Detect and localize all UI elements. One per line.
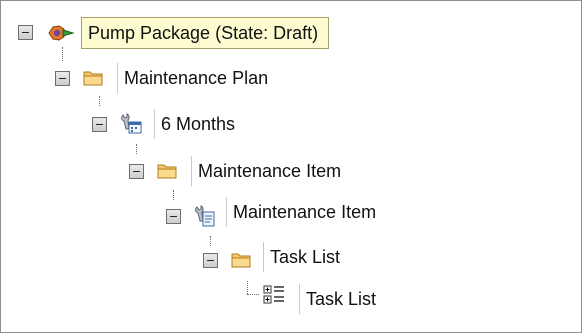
tree-node-label: 6 Months <box>154 109 235 139</box>
tree-connector <box>62 47 63 61</box>
wrench-calendar-icon <box>120 113 142 134</box>
tree-node-label: Maintenance Item <box>226 197 376 227</box>
task-list-icon <box>263 284 293 306</box>
tree-connector <box>210 236 211 246</box>
collapse-toggle[interactable] <box>203 253 218 268</box>
tree-connector <box>247 294 259 295</box>
collapse-toggle[interactable] <box>55 71 70 86</box>
tree-node-label: Maintenance Item <box>191 156 341 186</box>
tree-connector <box>173 190 174 200</box>
tree-connector <box>247 281 248 294</box>
tree-node-label: Maintenance Plan <box>117 63 268 93</box>
pump-package-icon <box>46 23 76 43</box>
tree-node-label: Task List <box>263 242 340 272</box>
collapse-toggle[interactable] <box>18 25 33 40</box>
wrench-document-icon <box>194 205 216 227</box>
tree-connector <box>99 96 100 106</box>
tree-node-label: Task List <box>299 284 376 314</box>
tree-connector <box>136 144 137 154</box>
collapse-toggle[interactable] <box>129 164 144 179</box>
collapse-toggle[interactable] <box>92 117 107 132</box>
folder-icon <box>83 68 103 88</box>
folder-icon <box>157 161 177 181</box>
tree-view: Pump Package (State: Draft) Maintenance … <box>0 0 582 333</box>
collapse-toggle[interactable] <box>166 209 181 224</box>
folder-icon <box>231 250 251 270</box>
tree-node-label: Pump Package (State: Draft) <box>81 17 330 49</box>
